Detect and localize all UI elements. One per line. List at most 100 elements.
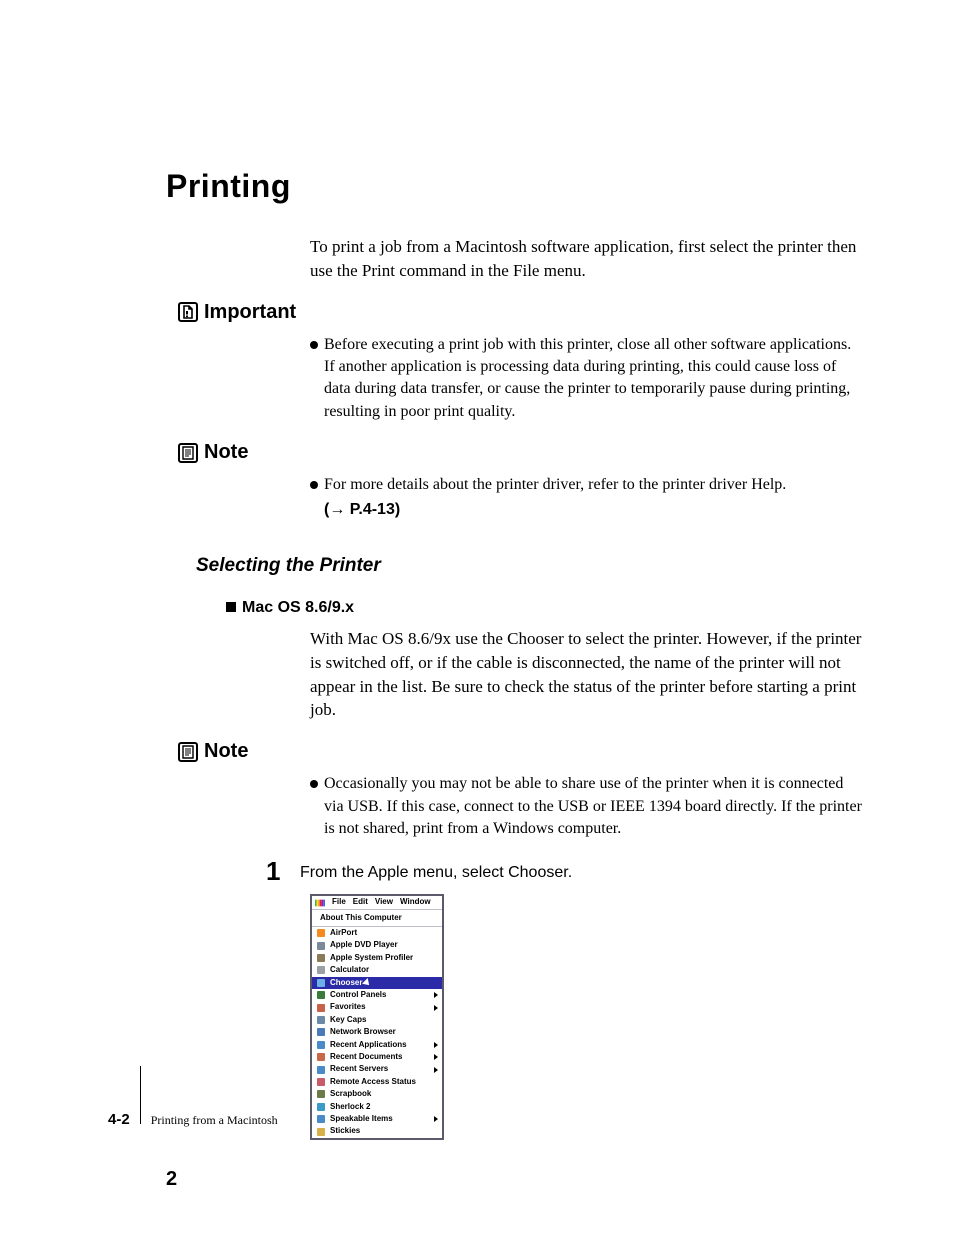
- menu-item-label: Remote Access Status: [330, 1077, 438, 1087]
- note2-label-text: Note: [204, 740, 248, 763]
- menu-item-app-icon: [316, 1015, 326, 1025]
- note2-label-row: Note: [178, 740, 864, 763]
- sheet-number: 2: [166, 1168, 177, 1191]
- menu-item-speakable-items[interactable]: Speakable Items: [312, 1113, 442, 1125]
- menu-item-label: Apple DVD Player: [330, 940, 438, 950]
- note-callout-1: Note For more details about the printer …: [166, 441, 864, 521]
- submenu-arrow-icon: [434, 1005, 438, 1011]
- menu-item-label: About This Computer: [320, 913, 434, 923]
- note-icon: [178, 443, 198, 463]
- note-callout-2: Note Occasionally you may not be able to…: [166, 740, 864, 840]
- note1-body: For more details about the printer drive…: [310, 474, 864, 521]
- menu-header-section: About This Computer: [312, 910, 442, 927]
- menu-item-label: Stickies: [330, 1126, 438, 1136]
- bullet-icon: [310, 780, 318, 788]
- note2-bullet-text: Occasionally you may not be able to shar…: [324, 773, 864, 840]
- note1-label-text: Note: [204, 441, 248, 464]
- menu-item-app-icon: [316, 1027, 326, 1037]
- intro-paragraph: To print a job from a Macintosh software…: [310, 235, 864, 283]
- menu-item-network-browser[interactable]: Network Browser: [312, 1026, 442, 1038]
- submenu-arrow-icon: [434, 1116, 438, 1122]
- apple-menu-screenshot: File Edit View Window About This Compute…: [310, 894, 444, 1139]
- menu-item-app-icon: [316, 1052, 326, 1062]
- menu-item-chooser[interactable]: Chooser: [312, 977, 442, 989]
- menu-item-label: Recent Servers: [330, 1064, 430, 1074]
- menu-item-scrapbook[interactable]: Scrapbook: [312, 1088, 442, 1100]
- menu-item-label: Control Panels: [330, 990, 430, 1000]
- menu-view[interactable]: View: [375, 897, 393, 907]
- menu-item-label: Scrapbook: [330, 1089, 438, 1099]
- menu-item-recent-documents[interactable]: Recent Documents: [312, 1051, 442, 1063]
- menu-item-apple-system-profiler[interactable]: Apple System Profiler: [312, 952, 442, 964]
- important-label-text: Important: [204, 301, 296, 324]
- menu-item-control-panels[interactable]: Control Panels: [312, 989, 442, 1001]
- submenu-arrow-icon: [434, 1054, 438, 1060]
- menu-item-favorites[interactable]: Favorites: [312, 1001, 442, 1013]
- content-column: Printing To print a job from a Macintosh…: [166, 168, 864, 1140]
- menu-item-app-icon: [316, 990, 326, 1000]
- menu-item-about[interactable]: About This Computer: [316, 912, 438, 924]
- menu-item-remote-access-status[interactable]: Remote Access Status: [312, 1076, 442, 1088]
- menu-window[interactable]: Window: [400, 897, 431, 907]
- submenu-arrow-icon: [434, 992, 438, 998]
- menu-item-app-icon: [316, 1065, 326, 1075]
- menu-item-stickies[interactable]: Stickies: [312, 1125, 442, 1137]
- menu-item-label: AirPort: [330, 928, 438, 938]
- menu-item-label: Speakable Items: [330, 1114, 430, 1124]
- menu-edit[interactable]: Edit: [353, 897, 368, 907]
- important-body: Before executing a print job with this p…: [310, 334, 864, 424]
- step-number: 1: [266, 858, 300, 884]
- page-title: Printing: [166, 168, 864, 205]
- menu-item-label: Favorites: [330, 1002, 430, 1012]
- menu-item-app-icon: [316, 978, 326, 988]
- menu-item-label: Recent Applications: [330, 1040, 430, 1050]
- important-bullet-text: Before executing a print job with this p…: [324, 334, 864, 424]
- important-label-row: Important: [178, 301, 864, 324]
- os-heading-text: Mac OS 8.6/9.x: [242, 599, 354, 616]
- menu-item-label: Network Browser: [330, 1027, 438, 1037]
- menu-item-app-icon: [316, 1127, 326, 1137]
- page-footer: 4-2 Printing from a Macintosh: [108, 1066, 278, 1128]
- menu-item-apple-dvd-player[interactable]: Apple DVD Player: [312, 939, 442, 951]
- footer-divider: [140, 1066, 141, 1124]
- submenu-arrow-icon: [434, 1042, 438, 1048]
- note1-label-row: Note: [178, 441, 864, 464]
- menu-item-app-icon: [316, 941, 326, 951]
- os-heading: Mac OS 8.6/9.x: [226, 599, 864, 617]
- submenu-arrow-icon: [434, 1067, 438, 1073]
- note1-ref: (→ P.4-13): [324, 499, 864, 521]
- menu-item-calculator[interactable]: Calculator: [312, 964, 442, 976]
- square-bullet-icon: [226, 602, 236, 612]
- menu-item-label: Chooser: [330, 978, 438, 988]
- menubar: File Edit View Window: [312, 896, 442, 909]
- menu-item-app-icon: [316, 1040, 326, 1050]
- menu-item-app-icon: [316, 1102, 326, 1112]
- footer-chapter-title: Printing from a Macintosh: [151, 1111, 278, 1128]
- menu-item-app-icon: [316, 965, 326, 975]
- note2-body: Occasionally you may not be able to shar…: [310, 773, 864, 840]
- menu-items-list: AirPort Apple DVD Player Apple System Prof…: [312, 927, 442, 1138]
- menu-item-label: Recent Documents: [330, 1052, 430, 1062]
- os-body-paragraph: With Mac OS 8.6/9x use the Chooser to se…: [310, 627, 864, 722]
- note1-bullet-text: For more details about the printer drive…: [324, 474, 864, 496]
- menu-item-app-icon: [316, 1003, 326, 1013]
- menu-item-sherlock-2[interactable]: Sherlock 2: [312, 1101, 442, 1113]
- important-callout: Important Before executing a print job w…: [166, 301, 864, 424]
- menu-item-app-icon: [316, 1077, 326, 1087]
- section-heading: Selecting the Printer: [196, 555, 864, 577]
- note-icon: [178, 742, 198, 762]
- menu-item-label: Key Caps: [330, 1015, 438, 1025]
- menu-item-key-caps[interactable]: Key Caps: [312, 1014, 442, 1026]
- menu-item-label: Calculator: [330, 965, 438, 975]
- apple-menu-icon[interactable]: [315, 898, 325, 906]
- menu-item-label: Apple System Profiler: [330, 953, 438, 963]
- footer-page-number: 4-2: [108, 1111, 130, 1128]
- important-icon: [178, 302, 198, 322]
- menu-item-airport[interactable]: AirPort: [312, 927, 442, 939]
- menu-item-app-icon: [316, 953, 326, 963]
- step-1: 1 From the Apple menu, select Chooser.: [266, 858, 864, 884]
- step-text: From the Apple menu, select Chooser.: [300, 864, 572, 882]
- menu-file[interactable]: File: [332, 897, 346, 907]
- menu-item-recent-servers[interactable]: Recent Servers: [312, 1063, 442, 1075]
- menu-item-recent-applications[interactable]: Recent Applications: [312, 1039, 442, 1051]
